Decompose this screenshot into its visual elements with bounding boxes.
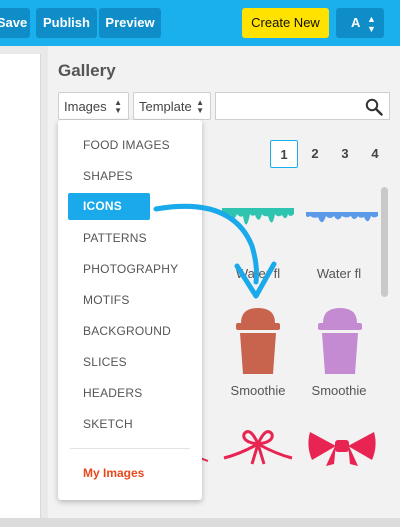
menu-item-background[interactable]: BACKGROUND bbox=[83, 324, 171, 338]
select-caret-icon: ▲ ▼ bbox=[114, 98, 122, 115]
ribbon-image[interactable] bbox=[222, 424, 294, 468]
menu-item-food-images[interactable]: FOOD IMAGES bbox=[83, 138, 170, 152]
smoothie-caption: Smoothie bbox=[311, 383, 367, 398]
page-2-button[interactable]: 2 bbox=[301, 140, 329, 168]
page-4-button[interactable]: 4 bbox=[361, 140, 389, 168]
image-category-dropdown: FOOD IMAGES SHAPES ICONS PATTERNS PHOTOG… bbox=[58, 120, 202, 500]
image-type-select[interactable]: Images ▲ ▼ bbox=[58, 92, 129, 120]
menu-item-sketch[interactable]: SKETCH bbox=[83, 417, 133, 431]
menu-item-patterns[interactable]: PATTERNS bbox=[83, 231, 147, 245]
image-type-value: Images bbox=[64, 99, 107, 114]
smoothie-purple-image[interactable] bbox=[314, 306, 366, 376]
search-icon[interactable] bbox=[365, 98, 383, 116]
create-new-button[interactable]: Create New bbox=[242, 8, 329, 38]
menu-item-icons[interactable]: ICONS bbox=[68, 193, 150, 220]
water-flow-blue-image[interactable] bbox=[306, 210, 378, 232]
bottom-strip bbox=[0, 518, 400, 527]
top-toolbar: Save Publish Preview Create New A ▲ ▼ bbox=[0, 0, 400, 46]
template-value: Template bbox=[139, 99, 192, 114]
save-button[interactable]: Save bbox=[0, 8, 30, 38]
smoothie-red-image[interactable] bbox=[232, 306, 284, 376]
gallery-scrollbar[interactable] bbox=[381, 187, 388, 297]
menu-item-headers[interactable]: HEADERS bbox=[83, 386, 142, 400]
menu-item-shapes[interactable]: SHAPES bbox=[83, 169, 133, 183]
menu-item-photography[interactable]: PHOTOGRAPHY bbox=[83, 262, 178, 276]
menu-item-my-images[interactable]: My Images bbox=[83, 466, 144, 480]
water-flow-teal-image[interactable] bbox=[222, 208, 294, 238]
water-flow-caption: Water fl bbox=[235, 266, 281, 281]
account-initial: A bbox=[351, 15, 361, 30]
smoothie-caption: Smoothie bbox=[230, 383, 286, 398]
select-caret-icon: ▲ ▼ bbox=[196, 98, 204, 115]
menu-item-slices[interactable]: SLICES bbox=[83, 355, 127, 369]
page-1-button[interactable]: 1 bbox=[270, 140, 298, 168]
gallery-title: Gallery bbox=[58, 61, 116, 80]
page-3-button[interactable]: 3 bbox=[331, 140, 359, 168]
design-canvas[interactable] bbox=[0, 54, 41, 518]
publish-button[interactable]: Publish bbox=[36, 8, 97, 38]
preview-button[interactable]: Preview bbox=[99, 8, 161, 38]
gallery-search-input[interactable] bbox=[215, 92, 390, 120]
water-flow-caption: Water fl bbox=[316, 266, 362, 281]
account-button[interactable]: A ▲ ▼ bbox=[336, 8, 384, 38]
bow-image[interactable] bbox=[306, 426, 378, 466]
menu-divider bbox=[70, 448, 190, 449]
template-select[interactable]: Template ▲ ▼ bbox=[133, 92, 211, 120]
updown-caret-icon: ▲ ▼ bbox=[367, 14, 376, 34]
menu-item-motifs[interactable]: MOTIFS bbox=[83, 293, 130, 307]
